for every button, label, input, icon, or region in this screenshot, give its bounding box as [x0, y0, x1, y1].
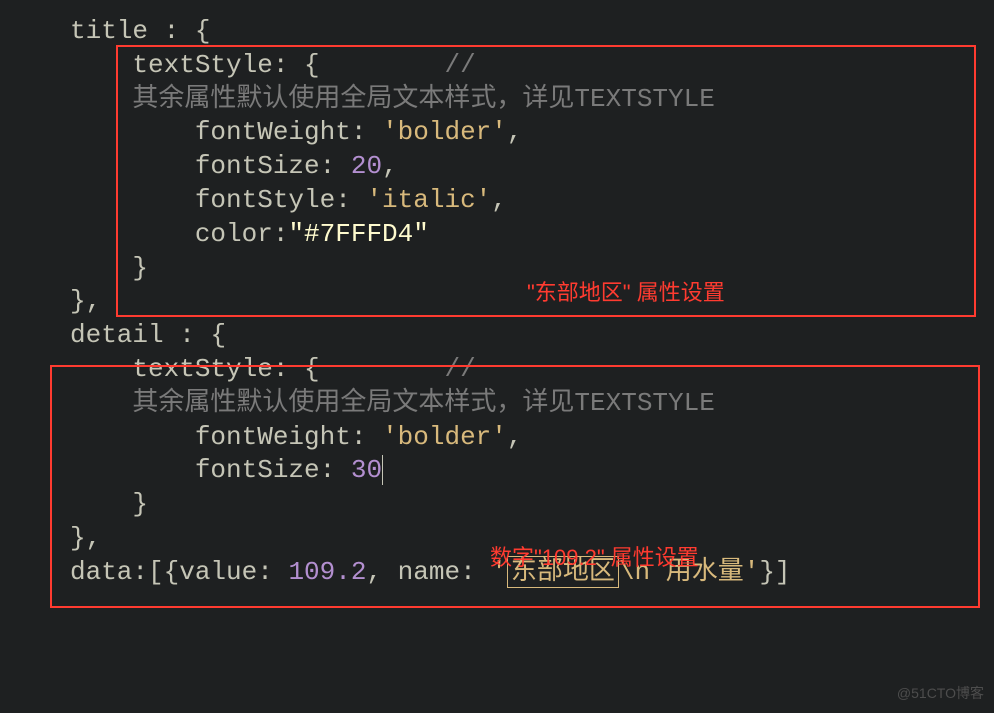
code-line-1: title : {: [70, 15, 984, 49]
annotation-label-2: 数字"109.2" 属性设置: [490, 540, 699, 572]
code-line-13: fontWeight: 'bolder',: [70, 421, 984, 455]
annotation-label-1: "东部地区" 属性设置: [527, 275, 725, 307]
code-line-10: detail : {: [70, 319, 984, 353]
code-line-11: textStyle: { //: [70, 353, 984, 387]
code-line-6: fontStyle: 'italic',: [70, 184, 984, 218]
cursor-position: [382, 455, 383, 485]
code-line-4: fontWeight: 'bolder',: [70, 116, 984, 150]
code-comment-line-12: 其余属性默认使用全局文本样式，详见TEXTSTYLE: [70, 387, 984, 421]
code-line-15: }: [70, 488, 984, 522]
watermark: @51CTO博客: [897, 683, 984, 703]
code-line-7: color:"#7FFFD4": [70, 218, 984, 252]
code-line-14: fontSize: 30: [70, 454, 984, 488]
code-comment-line-3: 其余属性默认使用全局文本样式，详见TEXTSTYLE: [70, 83, 984, 117]
code-line-5: fontSize: 20,: [70, 150, 984, 184]
code-line-2: textStyle: { //: [70, 49, 984, 83]
